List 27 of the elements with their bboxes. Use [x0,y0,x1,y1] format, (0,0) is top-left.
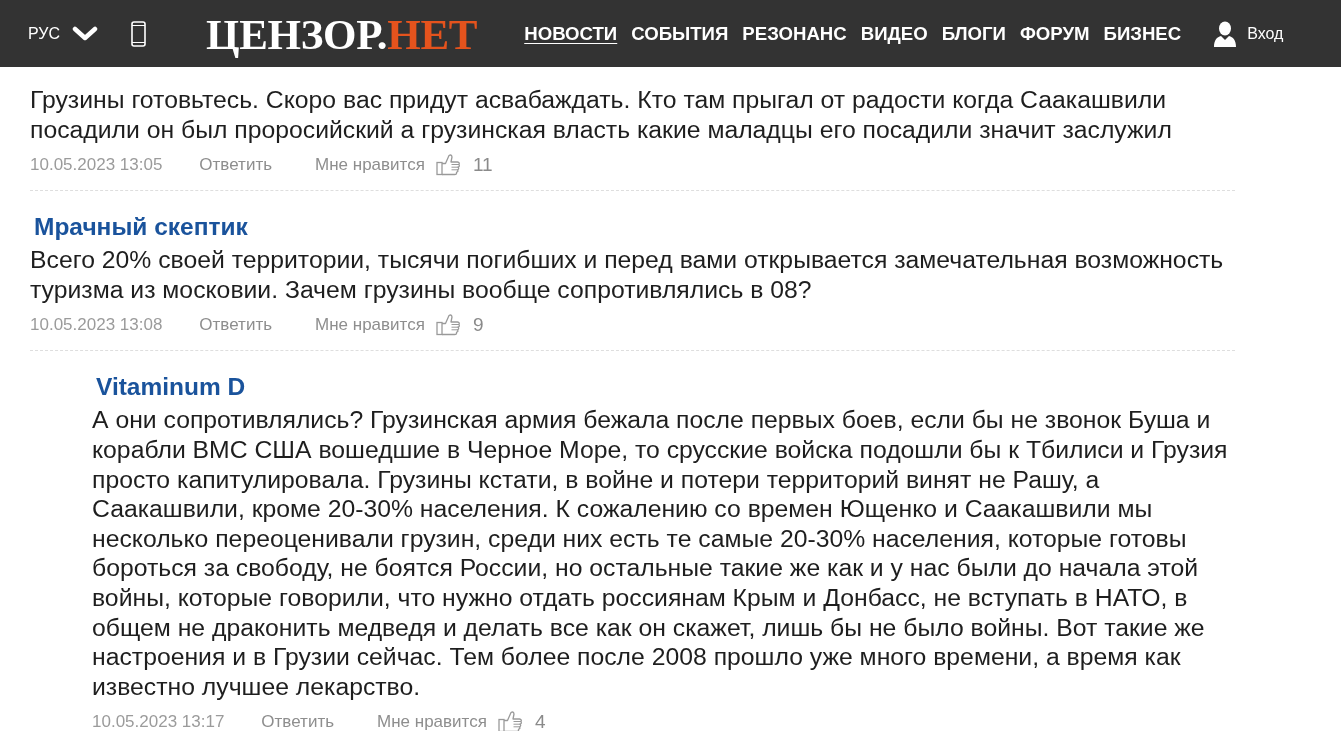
site-logo[interactable]: ЦЕНЗОР.НЕТ [206,13,478,56]
chevron-down-icon[interactable] [72,25,99,42]
nav-link[interactable]: НОВОСТИ [524,22,618,45]
comment-text: Всего 20% своей территории, тысячи погибших и перед вами открывается замечательная возможность туризма из московии. Зачем грузины вообще сопротивлялись в 08? [30,245,1225,305]
comment-text: А они сопротивлялись? Грузинская армия бежала после первых боев, если бы не звонок Буша и корабли ВМС США вошедшие в Черное Море, то срусские войска подошли бы к Тбилиси и Грузия просто капитулировала. Грузины кстати, в войне и потери территорий винят не Рашу, а Саакашвили, кроме 20-30% населения. К сожалению со времен Ющенко и Саакашвили мы несколько переоценивали грузин, среди них есть те самые 20-30% населения, которые готовы бороться за свободу, не боятся России, но остальные такие же как и у нас были до начала этой войны, которые говорили, что нужно отдать россиянам Крым и Донбасс, не вступать в НАТО, в общем не драконить медведя и делать все как он скажет, лишь бы не было войны. Вот такие же настроения и в Грузии сейчас. Тем более после 2008 прошло уже много времени, а время как известно лучшее лекарство. [92,405,1229,702]
language-selector[interactable]: РУС [28,24,61,43]
comment-date: 10.05.2023 13:17 [92,711,225,731]
login-link[interactable]: Вход [1247,24,1284,43]
thumbs-up-icon[interactable] [435,153,461,177]
comment-date: 10.05.2023 13:05 [30,154,163,175]
nav-link[interactable]: РЕЗОНАНС [742,22,847,45]
comment-text: Грузины готовьтесь. Скоро вас придут асвабаждать. Кто там прыгал от радости когда Саакашвили посадили он был проросийский а грузинская власть какие маладцы его посадили значит заслужил [30,85,1173,145]
comment-author[interactable]: Vitaminum D [92,374,1235,401]
comment-author[interactable]: Мрачный скептик [30,214,1235,241]
phone-icon[interactable] [131,20,147,47]
user-icon[interactable] [1213,20,1238,47]
thumbs-up-icon[interactable] [435,313,461,337]
nav-link[interactable]: БЛОГИ [941,22,1006,45]
nav-link[interactable]: ФОРУМ [1019,22,1090,45]
like-count: 4 [534,711,546,731]
like-count: 9 [472,314,484,335]
nav-link[interactable]: БИЗНЕС [1103,22,1182,45]
comment-date: 10.05.2023 13:08 [30,314,163,335]
like-count: 11 [472,154,493,175]
nav-link[interactable]: СОБЫТИЯ [631,22,729,45]
thumbs-up-icon[interactable] [497,710,523,731]
nav-link[interactable]: ВИДЕО [860,22,928,45]
